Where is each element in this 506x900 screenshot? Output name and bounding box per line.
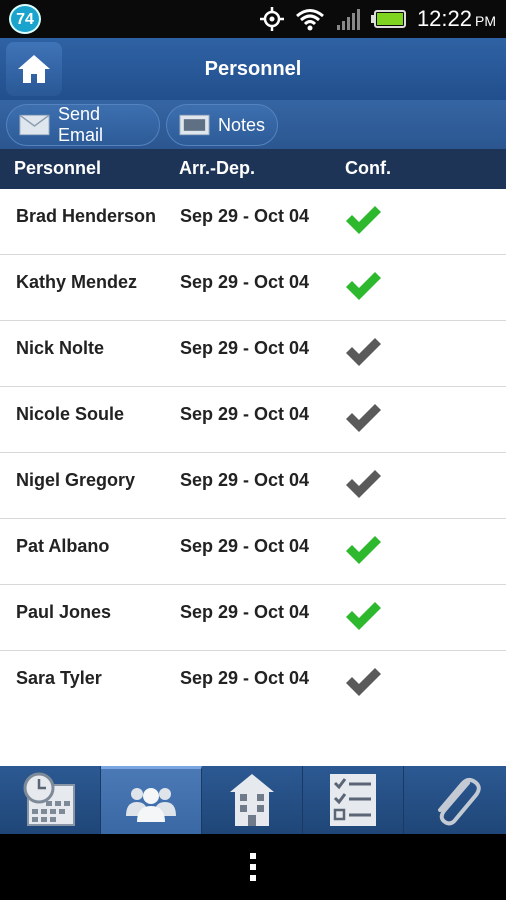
wifi-icon (295, 9, 324, 31)
signal-icon (336, 9, 360, 30)
list-item[interactable]: Brad Henderson Sep 29 - Oct 04 (0, 189, 506, 255)
gps-icon (259, 7, 284, 31)
column-header-conf[interactable]: Conf. (345, 158, 391, 179)
tab-schedule[interactable] (0, 766, 101, 834)
calendar-clock-icon (23, 772, 75, 826)
arrival-departure: Sep 29 - Oct 04 (180, 470, 310, 490)
list-item[interactable]: Nicole Soule Sep 29 - Oct 04 (0, 387, 506, 453)
arrival-departure: Sep 29 - Oct 04 (180, 668, 310, 688)
list-item[interactable]: Nigel Gregory Sep 29 - Oct 04 (0, 453, 506, 519)
tab-hotel[interactable] (202, 766, 303, 834)
arrival-departure: Sep 29 - Oct 04 (180, 338, 310, 358)
notification-badge: 74 (9, 4, 41, 34)
page-title: Personnel (204, 58, 302, 80)
personnel-name: Brad Henderson (16, 206, 157, 226)
arrival-departure: Sep 29 - Oct 04 (180, 536, 310, 556)
bottom-tab-bar (0, 766, 506, 834)
building-icon (230, 774, 274, 826)
personnel-name: Nick Nolte (16, 338, 105, 358)
home-button[interactable] (6, 42, 62, 96)
personnel-list: Brad Henderson Sep 29 - Oct 04 Kathy Men… (0, 189, 506, 766)
list-item[interactable]: Nick Nolte Sep 29 - Oct 04 (0, 321, 506, 387)
personnel-name: Pat Albano (16, 536, 110, 556)
arrival-departure: Sep 29 - Oct 04 (180, 206, 310, 226)
check-icon (346, 470, 381, 498)
check-icon (346, 602, 381, 630)
overflow-menu-icon[interactable] (249, 852, 257, 882)
personnel-name: Nicole Soule (16, 404, 125, 424)
checklist-icon (330, 774, 376, 826)
check-icon (346, 206, 381, 234)
header: Personnel (0, 38, 506, 100)
battery-icon (370, 10, 406, 28)
clock: 12:22 PM (417, 6, 496, 32)
envelope-icon (19, 114, 50, 136)
check-icon (346, 338, 381, 366)
notes-button[interactable]: Notes (166, 104, 278, 146)
list-item[interactable]: Kathy Mendez Sep 29 - Oct 04 (0, 255, 506, 321)
action-bar: Send Email Notes (0, 100, 506, 149)
arrival-departure: Sep 29 - Oct 04 (180, 272, 310, 292)
system-nav-bar (0, 834, 506, 900)
status-bar: 74 12:22 PM (0, 0, 506, 38)
notes-label: Notes (217, 114, 265, 135)
send-email-button[interactable]: Send Email (6, 104, 160, 146)
arrival-departure: Sep 29 - Oct 04 (180, 404, 310, 424)
list-item[interactable]: Sara Tyler Sep 29 - Oct 04 (0, 651, 506, 717)
paperclip-icon (437, 777, 481, 826)
status-icons: 12:22 PM (259, 0, 496, 38)
tab-personnel[interactable] (101, 766, 202, 834)
column-header-personnel[interactable]: Personnel (14, 158, 101, 179)
personnel-name: Nigel Gregory (16, 470, 136, 490)
personnel-name: Sara Tyler (16, 668, 102, 688)
clock-time: 12:22 (416, 6, 472, 31)
column-headers: Personnel Arr.-Dep. Conf. (0, 149, 506, 189)
list-item[interactable]: Paul Jones Sep 29 - Oct 04 (0, 585, 506, 651)
list-item[interactable]: Pat Albano Sep 29 - Oct 04 (0, 519, 506, 585)
personnel-name: Kathy Mendez (16, 272, 138, 292)
check-icon (346, 272, 381, 300)
check-icon (346, 536, 381, 564)
arrival-departure: Sep 29 - Oct 04 (180, 602, 310, 622)
check-icon (346, 668, 381, 696)
people-icon (126, 787, 176, 822)
send-email-label: Send Email (57, 104, 103, 145)
tab-attachments[interactable] (404, 766, 505, 834)
personnel-name: Paul Jones (16, 602, 112, 622)
check-icon (346, 404, 381, 432)
column-header-arr-dep[interactable]: Arr.-Dep. (179, 158, 255, 179)
notes-icon (179, 114, 210, 136)
tab-checklist[interactable] (303, 766, 404, 834)
home-icon (18, 55, 50, 83)
clock-ampm: PM (475, 13, 496, 29)
